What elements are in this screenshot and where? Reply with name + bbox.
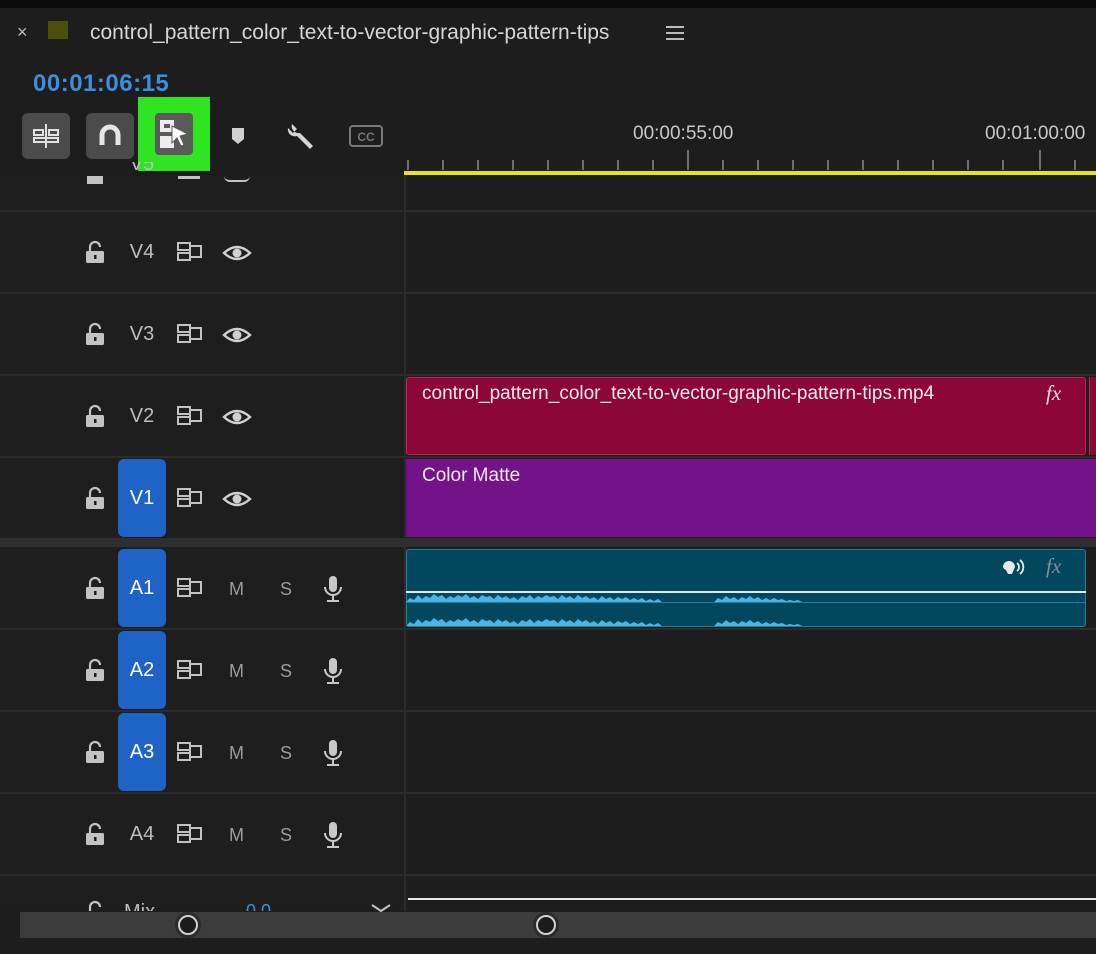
track-label-a2: A2 bbox=[129, 658, 155, 681]
voiceover-record-icon[interactable] bbox=[322, 656, 344, 686]
track-label-a3: A3 bbox=[129, 740, 155, 763]
linked-selection-icon bbox=[160, 120, 190, 148]
sync-lock-icon[interactable] bbox=[176, 741, 204, 763]
timeline-settings-wrench-icon bbox=[287, 124, 313, 149]
track-target-a2[interactable]: A2 bbox=[118, 631, 166, 709]
track-target-a3[interactable]: A3 bbox=[118, 713, 166, 791]
sync-lock-icon[interactable] bbox=[176, 241, 204, 263]
track-label-v1: V1 bbox=[129, 486, 155, 509]
voiceover-record-icon[interactable] bbox=[322, 738, 344, 768]
svg-text:CC: CC bbox=[357, 130, 375, 144]
lock-icon[interactable] bbox=[83, 240, 107, 264]
clip-name: Color Matte bbox=[422, 465, 521, 486]
audio-volume-line[interactable] bbox=[406, 591, 1086, 593]
ruler-time-label: 00:00:55:00 bbox=[633, 123, 734, 144]
eye-icon[interactable] bbox=[222, 242, 252, 264]
add-marker-button[interactable] bbox=[220, 118, 256, 154]
audio-clip-a1[interactable] bbox=[406, 549, 1086, 627]
solo-track-button[interactable]: S bbox=[280, 824, 292, 846]
lock-icon[interactable] bbox=[83, 658, 107, 682]
lock-icon[interactable] bbox=[83, 322, 107, 346]
eye-icon[interactable] bbox=[222, 324, 252, 346]
insert-nest-sequence-button[interactable] bbox=[22, 113, 70, 159]
lock-icon[interactable] bbox=[83, 740, 107, 764]
video-clip-v2-next[interactable] bbox=[1089, 377, 1096, 455]
track-separator bbox=[0, 628, 1096, 630]
captions-cc-icon: CC bbox=[349, 125, 383, 147]
mute-track-button[interactable]: M bbox=[229, 578, 244, 600]
snap-magnet-icon bbox=[99, 124, 121, 145]
track-separator bbox=[0, 456, 1096, 458]
add-marker-icon bbox=[232, 128, 244, 144]
work-area-bar[interactable] bbox=[404, 171, 1096, 175]
panel-menu-icon[interactable] bbox=[666, 26, 684, 44]
sync-lock-icon[interactable] bbox=[176, 323, 204, 345]
voiceover-record-icon[interactable] bbox=[322, 820, 344, 850]
speech-enhance-icon[interactable] bbox=[1000, 556, 1028, 578]
track-label-v3: V3 bbox=[129, 323, 155, 345]
mix-track-label: Mix bbox=[124, 900, 155, 911]
lock-icon[interactable] bbox=[83, 822, 107, 846]
solo-track-button[interactable]: S bbox=[280, 660, 292, 682]
fx-badge-icon[interactable]: fx bbox=[1046, 381, 1061, 406]
mix-volume-value[interactable]: 0.0 bbox=[246, 900, 271, 911]
mix-track-toggle-icon[interactable] bbox=[370, 904, 392, 912]
sync-lock-icon[interactable] bbox=[176, 577, 204, 599]
window-top-strip bbox=[0, 0, 1096, 8]
track-separator bbox=[0, 374, 1096, 376]
lock-icon[interactable] bbox=[83, 486, 107, 510]
sync-lock-icon[interactable] bbox=[176, 659, 204, 681]
sync-lock-icon[interactable] bbox=[176, 405, 204, 427]
track-target-v1[interactable]: V1 bbox=[118, 459, 166, 537]
eye-icon[interactable] bbox=[222, 488, 252, 510]
solo-track-button[interactable]: S bbox=[280, 742, 292, 764]
captions-button[interactable]: CC bbox=[348, 118, 384, 154]
panel-bottom bbox=[0, 938, 1096, 954]
timeline-settings-button[interactable] bbox=[284, 118, 320, 154]
eye-icon[interactable] bbox=[224, 176, 250, 182]
linked-selection-button[interactable] bbox=[138, 97, 210, 171]
voiceover-record-icon[interactable] bbox=[322, 574, 344, 604]
lock-icon[interactable] bbox=[83, 176, 107, 186]
lock-icon[interactable] bbox=[83, 900, 107, 911]
scrollbar-right-handle[interactable] bbox=[533, 912, 559, 938]
track-separator bbox=[0, 792, 1096, 794]
audio-waveform bbox=[406, 594, 802, 626]
track-target-a1[interactable]: A1 bbox=[118, 549, 166, 627]
lock-icon[interactable] bbox=[83, 404, 107, 428]
track-label-v2: V2 bbox=[129, 405, 155, 427]
sequence-label-color bbox=[48, 21, 68, 39]
snap-button[interactable] bbox=[86, 113, 134, 159]
track-separator bbox=[0, 874, 1096, 876]
sequence-title[interactable]: control_pattern_color_text-to-vector-gra… bbox=[90, 20, 609, 46]
close-tab-icon[interactable]: × bbox=[17, 22, 28, 42]
eye-icon[interactable] bbox=[222, 406, 252, 428]
track-label-a4[interactable]: A4 bbox=[118, 822, 166, 846]
track-label-v5: V5 bbox=[129, 162, 155, 175]
scrollbar-left-handle[interactable] bbox=[175, 912, 201, 938]
insert-nest-sequence-icon bbox=[33, 124, 59, 148]
lock-icon[interactable] bbox=[83, 576, 107, 600]
sync-lock-icon[interactable] bbox=[178, 176, 200, 179]
clip-name: control_pattern_color_text-to-vector-gra… bbox=[422, 383, 935, 404]
mix-volume-line[interactable] bbox=[408, 898, 1096, 900]
track-separator bbox=[0, 292, 1096, 294]
track-label-v4: V4 bbox=[129, 241, 155, 263]
ruler-time-label: 00:01:00:00 bbox=[985, 123, 1086, 144]
sync-lock-icon[interactable] bbox=[176, 487, 204, 509]
track-label-a1: A1 bbox=[129, 576, 155, 599]
sync-lock-icon[interactable] bbox=[176, 823, 204, 845]
solo-track-button[interactable]: S bbox=[280, 578, 292, 600]
mute-track-button[interactable]: M bbox=[229, 660, 244, 682]
playhead-timecode[interactable]: 00:01:06:15 bbox=[33, 70, 169, 98]
track-separator bbox=[0, 710, 1096, 712]
video-audio-divider[interactable] bbox=[0, 538, 1096, 547]
mute-track-button[interactable]: M bbox=[229, 742, 244, 764]
fx-badge-icon[interactable]: fx bbox=[1046, 554, 1061, 579]
track-separator bbox=[0, 210, 1096, 212]
audio-channel-divider bbox=[406, 602, 1086, 603]
mute-track-button[interactable]: M bbox=[229, 824, 244, 846]
